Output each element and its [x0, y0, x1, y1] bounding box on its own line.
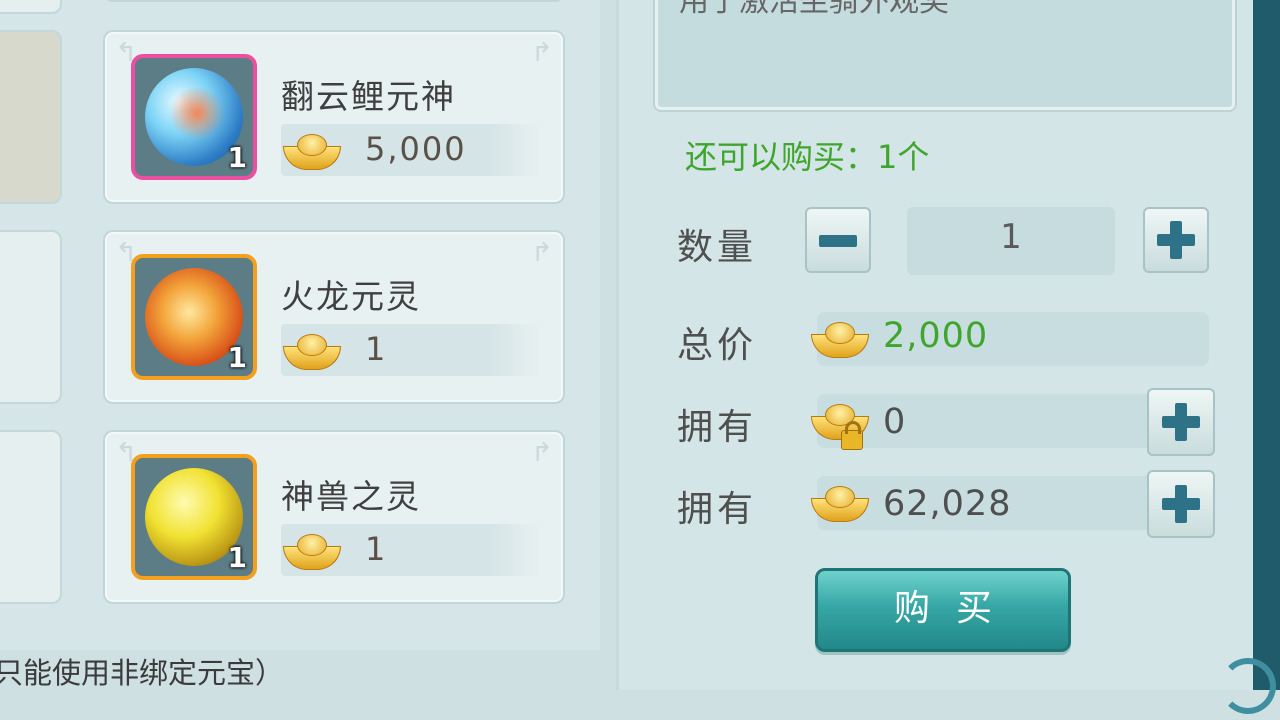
item-name: 火龙元灵 — [281, 277, 421, 316]
total-price-value: 2,000 — [883, 316, 989, 356]
shop-item-list[interactable]: ↰ ↱ 1 翻云鲤元神 5,000 ↰ ↱ 1 火龙元灵 1 ↰ ↱ 1 神兽之… — [0, 0, 600, 690]
total-price-label: 总价 — [677, 325, 758, 366]
item-name: 翻云鲤元神 — [281, 77, 456, 116]
gold-ingot-icon — [283, 334, 341, 370]
decrease-quantity-button[interactable] — [805, 207, 871, 273]
recharge-bound-button[interactable] — [1147, 388, 1215, 456]
item-description: 用于激活坐骑外观奖 — [679, 0, 949, 19]
recharge-button[interactable] — [1147, 470, 1215, 538]
item-quantity-badge: 1 — [227, 141, 247, 174]
swirl-ornament-icon — [1220, 658, 1276, 714]
window-frame-right — [1250, 0, 1280, 700]
buy-button[interactable]: 购买 — [815, 568, 1071, 652]
partial-card[interactable] — [0, 230, 62, 404]
total-price-field — [817, 312, 1209, 366]
window-bottom-edge — [0, 690, 1280, 720]
owned-label: 拥有 — [677, 489, 758, 530]
purchase-limit-text: 还可以购买：1个 — [685, 138, 930, 176]
item-icon-frame[interactable]: 1 — [131, 454, 257, 580]
item-icon-frame[interactable]: 1 — [131, 54, 257, 180]
item-price: 5,000 — [281, 124, 541, 176]
payment-note: 只能使用非绑定元宝） — [0, 656, 285, 690]
gold-ingot-icon — [811, 322, 869, 358]
item-quantity-badge: 1 — [227, 341, 247, 374]
shop-item-card[interactable]: ↰ ↱ 1 神兽之灵 1 — [103, 430, 565, 604]
item-price: 1 — [281, 324, 541, 376]
owned-value: 62,028 — [883, 484, 1012, 524]
quantity-input[interactable]: 1 — [907, 207, 1115, 275]
shop-item-card-above[interactable] — [103, 0, 565, 2]
item-icon-frame[interactable]: 1 — [131, 254, 257, 380]
item-name: 神兽之灵 — [281, 477, 421, 516]
owned-bound-label: 拥有 — [677, 407, 758, 448]
item-price-value: 5,000 — [365, 130, 467, 168]
quantity-label: 数量 — [677, 227, 758, 268]
item-quantity-badge: 1 — [227, 541, 247, 574]
item-price-value: 1 — [365, 530, 388, 568]
partial-card[interactable] — [0, 0, 62, 14]
partial-card-selected[interactable] — [0, 30, 62, 204]
gold-ingot-icon — [811, 486, 869, 522]
purchase-detail-panel: 用于激活坐骑外观奖 还可以购买：1个 数量 1 总价 2,000 拥有 0 拥有… — [616, 0, 1253, 690]
item-emblem — [167, 88, 227, 138]
gold-ingot-icon — [283, 134, 341, 170]
lock-icon — [841, 421, 863, 450]
partial-card[interactable] — [0, 430, 62, 604]
item-price-value: 1 — [365, 330, 388, 368]
item-price: 1 — [281, 524, 541, 576]
minus-icon — [819, 235, 857, 247]
increase-quantity-button[interactable] — [1143, 207, 1209, 273]
shop-item-card[interactable]: ↰ ↱ 1 翻云鲤元神 5,000 — [103, 30, 565, 204]
corner-ornament-icon: ↱ — [531, 38, 553, 68]
shop-item-card[interactable]: ↰ ↱ 1 火龙元灵 1 — [103, 230, 565, 404]
owned-bound-value: 0 — [883, 402, 907, 442]
corner-ornament-icon: ↱ — [531, 438, 553, 468]
corner-ornament-icon: ↱ — [531, 238, 553, 268]
gold-ingot-icon — [283, 534, 341, 570]
